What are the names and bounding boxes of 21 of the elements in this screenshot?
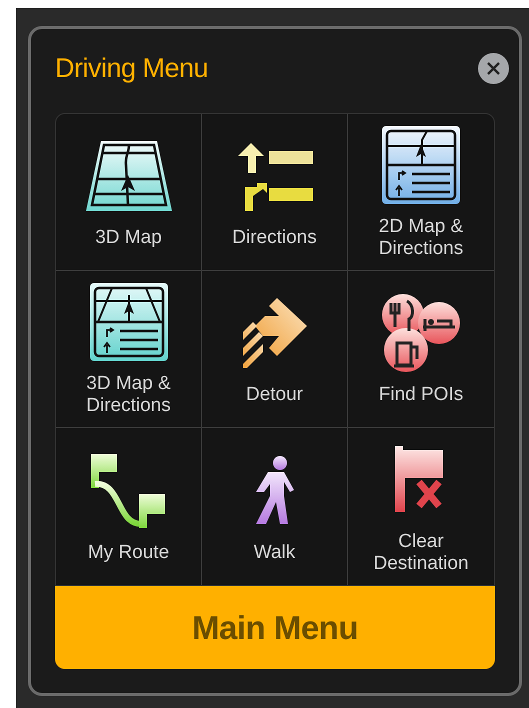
menu-tile[interactable]: 3D Map — [56, 114, 202, 271]
menu-tile[interactable]: Clear Destination — [348, 428, 494, 585]
flat-map-with-list-icon — [382, 126, 460, 204]
route-flags-icon — [90, 454, 166, 528]
menu-tile[interactable]: Directions — [202, 114, 348, 271]
close-button[interactable] — [478, 52, 509, 84]
perspective-map-with-list-icon — [90, 283, 168, 361]
main-menu-button[interactable]: Main Menu — [55, 586, 495, 669]
direction-list-icon — [236, 141, 312, 211]
close-icon — [487, 62, 500, 74]
menu-tile[interactable]: 2D Map & Directions — [348, 114, 494, 271]
menu-tile[interactable]: My Route — [56, 428, 202, 585]
walking-person-icon — [254, 456, 296, 526]
food-fuel-lodging-icon — [381, 293, 461, 373]
menu-tile[interactable]: Find POIs — [348, 271, 494, 428]
dialog-title: Driving Menu — [55, 52, 208, 85]
menu-tile[interactable]: Detour — [202, 271, 348, 428]
menu-tile[interactable]: 3D Map & Directions — [56, 271, 202, 428]
map-perspective-icon — [84, 139, 172, 213]
detour-arrow-icon — [240, 296, 308, 370]
menu-tile[interactable]: Walk — [202, 428, 348, 585]
